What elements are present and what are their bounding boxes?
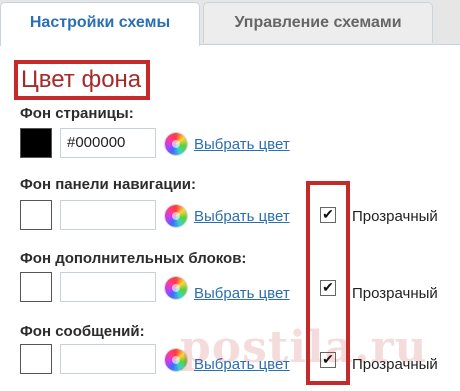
color-swatch-messages-bg[interactable] — [20, 344, 52, 374]
color-wheel-icon[interactable] — [165, 349, 187, 371]
transparent-label-messages-bg: Прозрачный — [352, 356, 438, 373]
field-label-blocks-bg: Фон дополнительных блоков: — [20, 250, 247, 267]
hex-input-page-bg[interactable]: #000000 — [60, 128, 156, 158]
color-wheel-icon[interactable] — [165, 205, 187, 227]
color-swatch-nav-bg[interactable] — [20, 200, 52, 230]
field-label-page-bg: Фон страницы: — [20, 105, 134, 122]
hex-input-blocks-bg[interactable] — [60, 272, 156, 302]
pick-color-link-messages-bg[interactable]: Выбрать цвет — [194, 356, 290, 373]
color-swatch-page-bg[interactable] — [20, 128, 52, 158]
tab-scheme-settings[interactable]: Настройки схемы — [0, 2, 200, 46]
transparent-label-nav-bg: Прозрачный — [352, 208, 438, 225]
color-wheel-icon[interactable] — [165, 133, 187, 155]
hex-input-messages-bg[interactable] — [60, 344, 156, 374]
color-wheel-icon[interactable] — [165, 277, 187, 299]
transparent-label-blocks-bg: Прозрачный — [352, 285, 438, 302]
tab-bar: Настройки схемы Управление схемами — [0, 0, 460, 46]
color-swatch-blocks-bg[interactable] — [20, 272, 52, 302]
pick-color-link-nav-bg[interactable]: Выбрать цвет — [194, 208, 290, 225]
section-title: Цвет фона — [14, 60, 151, 100]
field-label-nav-bg: Фон панели навигации: — [20, 176, 197, 193]
pick-color-link-blocks-bg[interactable]: Выбрать цвет — [194, 285, 290, 302]
checkbox-highlight-box — [306, 181, 350, 385]
tab-scheme-management[interactable]: Управление схемами — [203, 2, 433, 43]
field-label-messages-bg: Фон сообщений: — [20, 323, 145, 340]
hex-input-nav-bg[interactable] — [60, 200, 156, 230]
pick-color-link-page-bg[interactable]: Выбрать цвет — [194, 136, 290, 153]
